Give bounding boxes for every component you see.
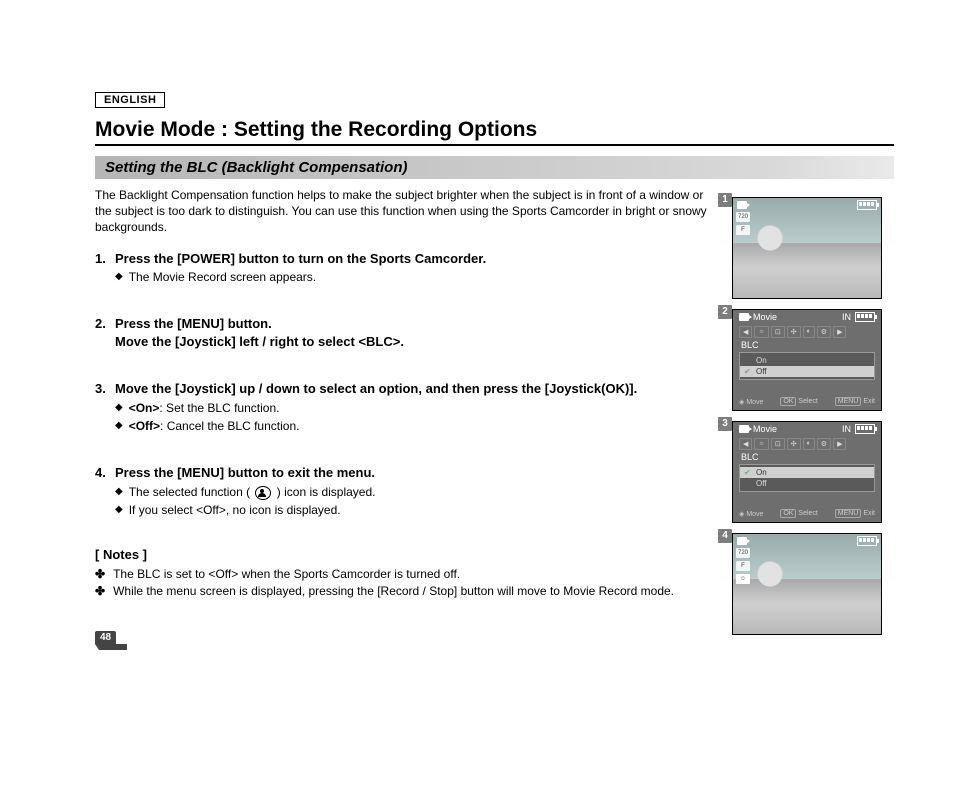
mode-label: Movie bbox=[753, 424, 777, 434]
quality-badge: F bbox=[736, 225, 750, 235]
intro-text: The Backlight Compensation function help… bbox=[95, 187, 714, 236]
step-number: 1. bbox=[95, 250, 111, 268]
step-4: 4. Press the [MENU] button to exit the m… bbox=[95, 464, 714, 518]
mode-label: Movie bbox=[753, 312, 777, 322]
menu-box: On ✔ Off bbox=[739, 352, 875, 380]
note-item: ✤ While the menu screen is displayed, pr… bbox=[95, 583, 714, 599]
notes-heading: [ Notes ] bbox=[95, 546, 714, 564]
bullet-icon: ◆ bbox=[115, 269, 123, 285]
section-heading: Setting the BLC (Backlight Compensation) bbox=[95, 156, 894, 179]
screenshot-3: 3 Movie IN ◀☼⊡✣◐⚙▶ BLC ✔ bbox=[732, 421, 894, 523]
resolution-badge: 720 bbox=[736, 212, 750, 222]
step-1: 1. Press the [POWER] button to turn on t… bbox=[95, 250, 714, 286]
step-sub: If you select <Off>, no icon is displaye… bbox=[129, 502, 341, 518]
bullet-icon: ◆ bbox=[115, 502, 123, 518]
step-sub: <Off>: Cancel the BLC function. bbox=[129, 418, 300, 434]
menu-label: BLC bbox=[733, 340, 881, 350]
step-number: 2. bbox=[95, 315, 111, 350]
menu-item-selected: ✔ Off bbox=[740, 366, 874, 377]
step-sub: The selected function ( ) icon is displa… bbox=[129, 484, 376, 500]
bullet-icon: ◆ bbox=[115, 484, 123, 500]
menu-item: On bbox=[740, 355, 874, 366]
menu-item: Off bbox=[740, 478, 874, 489]
note-item: ✤ The BLC is set to <Off> when the Sport… bbox=[95, 566, 714, 582]
screenshot-number: 4 bbox=[718, 529, 732, 543]
screenshot-number: 2 bbox=[718, 305, 732, 319]
check-icon: ✔ bbox=[744, 367, 751, 376]
camera-icon bbox=[737, 201, 747, 209]
step-title-line2: Move the [Joystick] left / right to sele… bbox=[115, 334, 404, 349]
blc-on-icon: ☺ bbox=[736, 574, 750, 584]
camera-icon bbox=[739, 313, 749, 321]
page-title: Movie Mode : Setting the Recording Optio… bbox=[95, 118, 894, 142]
step-number: 4. bbox=[95, 464, 111, 482]
step-sub: The Movie Record screen appears. bbox=[129, 269, 316, 285]
note-bullet-icon: ✤ bbox=[95, 583, 105, 599]
screenshot-1: 1 STBY 00:00:00/00:40:05 IN bbox=[732, 197, 894, 299]
menu-item-selected: ✔ On bbox=[740, 467, 874, 478]
screenshot-column: 1 STBY 00:00:00/00:40:05 IN bbox=[732, 187, 894, 645]
instruction-column: The Backlight Compensation function help… bbox=[95, 187, 714, 645]
step-title: Move the [Joystick] up / down to select … bbox=[115, 380, 637, 398]
menu-label: BLC bbox=[733, 452, 881, 462]
battery-icon bbox=[857, 200, 877, 210]
page-number: 48 bbox=[95, 627, 127, 650]
note-text: The BLC is set to <Off> when the Sports … bbox=[113, 566, 460, 582]
quality-badge: F bbox=[736, 561, 750, 571]
note-bullet-icon: ✤ bbox=[95, 566, 105, 582]
note-text: While the menu screen is displayed, pres… bbox=[113, 583, 674, 599]
storage-badge: IN bbox=[842, 312, 851, 322]
step-3: 3. Move the [Joystick] up / down to sele… bbox=[95, 380, 714, 434]
step-sub: <On>: Set the BLC function. bbox=[129, 400, 280, 416]
step-2: 2. Press the [MENU] button. Move the [Jo… bbox=[95, 315, 714, 350]
camera-icon bbox=[739, 425, 749, 433]
bullet-icon: ◆ bbox=[115, 418, 123, 434]
screenshot-number: 3 bbox=[718, 417, 732, 431]
battery-icon bbox=[855, 424, 875, 434]
title-rule bbox=[95, 144, 894, 146]
battery-icon bbox=[855, 312, 875, 322]
battery-icon bbox=[857, 536, 877, 546]
step-title: Press the [MENU] button to exit the menu… bbox=[115, 464, 375, 482]
screenshot-2: 2 Movie IN ◀☼⊡✣◐⚙▶ BLC On bbox=[732, 309, 894, 411]
storage-badge: IN bbox=[842, 424, 851, 434]
resolution-badge: 720 bbox=[736, 548, 750, 558]
camera-icon bbox=[737, 537, 747, 545]
step-title: Press the [POWER] button to turn on the … bbox=[115, 250, 486, 268]
language-tab: ENGLISH bbox=[95, 92, 165, 108]
screenshot-4: 4 STBY 00:00:00/00:40:05 IN bbox=[732, 533, 894, 635]
menu-box: ✔ On Off bbox=[739, 464, 875, 492]
check-icon: ✔ bbox=[744, 468, 751, 477]
bullet-icon: ◆ bbox=[115, 400, 123, 416]
screenshot-number: 1 bbox=[718, 193, 732, 207]
step-title: Press the [MENU] button. bbox=[115, 316, 272, 331]
step-number: 3. bbox=[95, 380, 111, 398]
blc-icon bbox=[255, 486, 271, 500]
